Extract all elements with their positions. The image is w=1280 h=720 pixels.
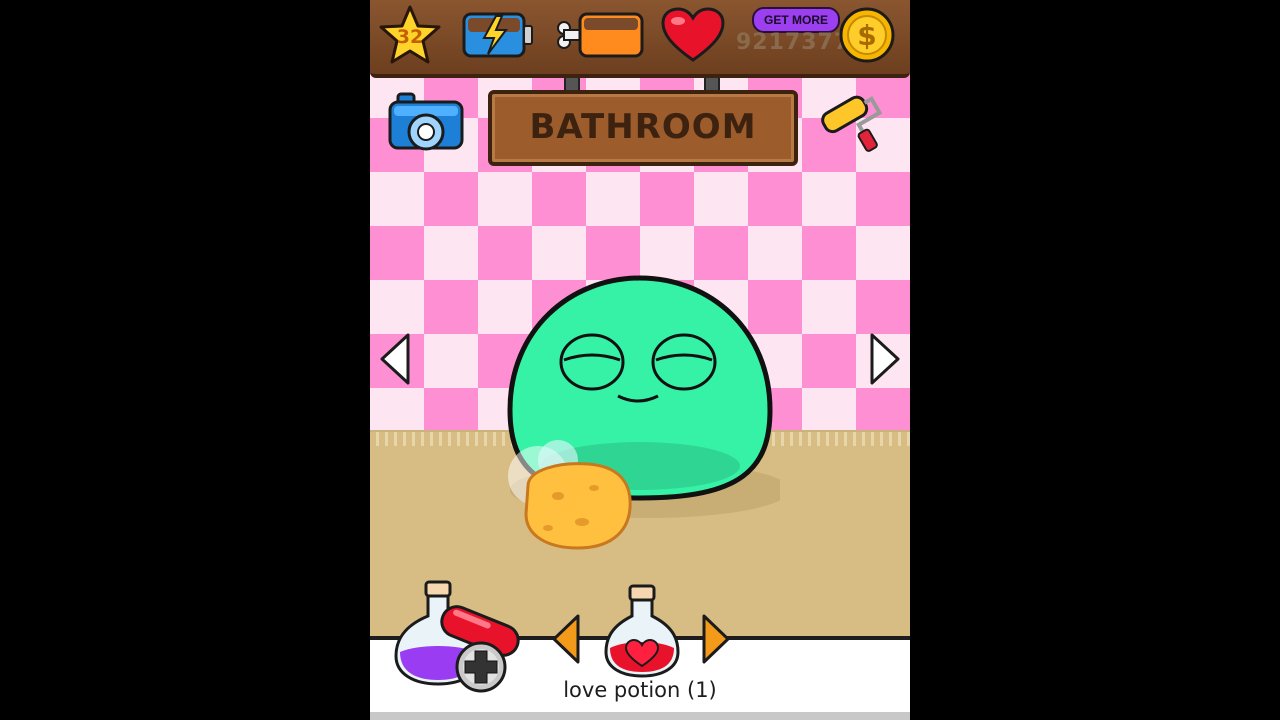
room-title: BATHROOM bbox=[529, 107, 757, 147]
level-value: 32 bbox=[396, 26, 424, 48]
love-heart-icon[interactable] bbox=[660, 6, 726, 64]
arrow-left-icon[interactable] bbox=[378, 331, 412, 387]
hunger-food-icon[interactable] bbox=[556, 10, 646, 60]
love-potion-icon[interactable] bbox=[602, 582, 682, 680]
status-bar: 32 GET MORE 9217377 $ bbox=[370, 0, 910, 78]
room-sign: BATHROOM bbox=[488, 90, 798, 166]
level-star-icon[interactable]: 32 bbox=[378, 4, 442, 68]
sponge-icon[interactable] bbox=[498, 436, 638, 556]
arrow-right-icon[interactable] bbox=[868, 331, 902, 387]
paint-roller-icon[interactable] bbox=[818, 92, 894, 156]
camera-icon[interactable] bbox=[386, 90, 466, 160]
inventory-prev-icon[interactable] bbox=[550, 612, 582, 666]
svg-text:$: $ bbox=[857, 19, 876, 52]
energy-battery-icon[interactable] bbox=[462, 10, 534, 60]
selected-item-label: love potion (1) bbox=[563, 678, 717, 702]
coin-icon[interactable]: $ bbox=[838, 6, 896, 64]
bottom-strip bbox=[370, 712, 910, 720]
inventory-next-icon[interactable] bbox=[700, 612, 732, 666]
game-screen: 32 GET MORE 9217377 $ BATHROOM love poti… bbox=[370, 0, 910, 720]
add-icon[interactable] bbox=[454, 640, 508, 694]
